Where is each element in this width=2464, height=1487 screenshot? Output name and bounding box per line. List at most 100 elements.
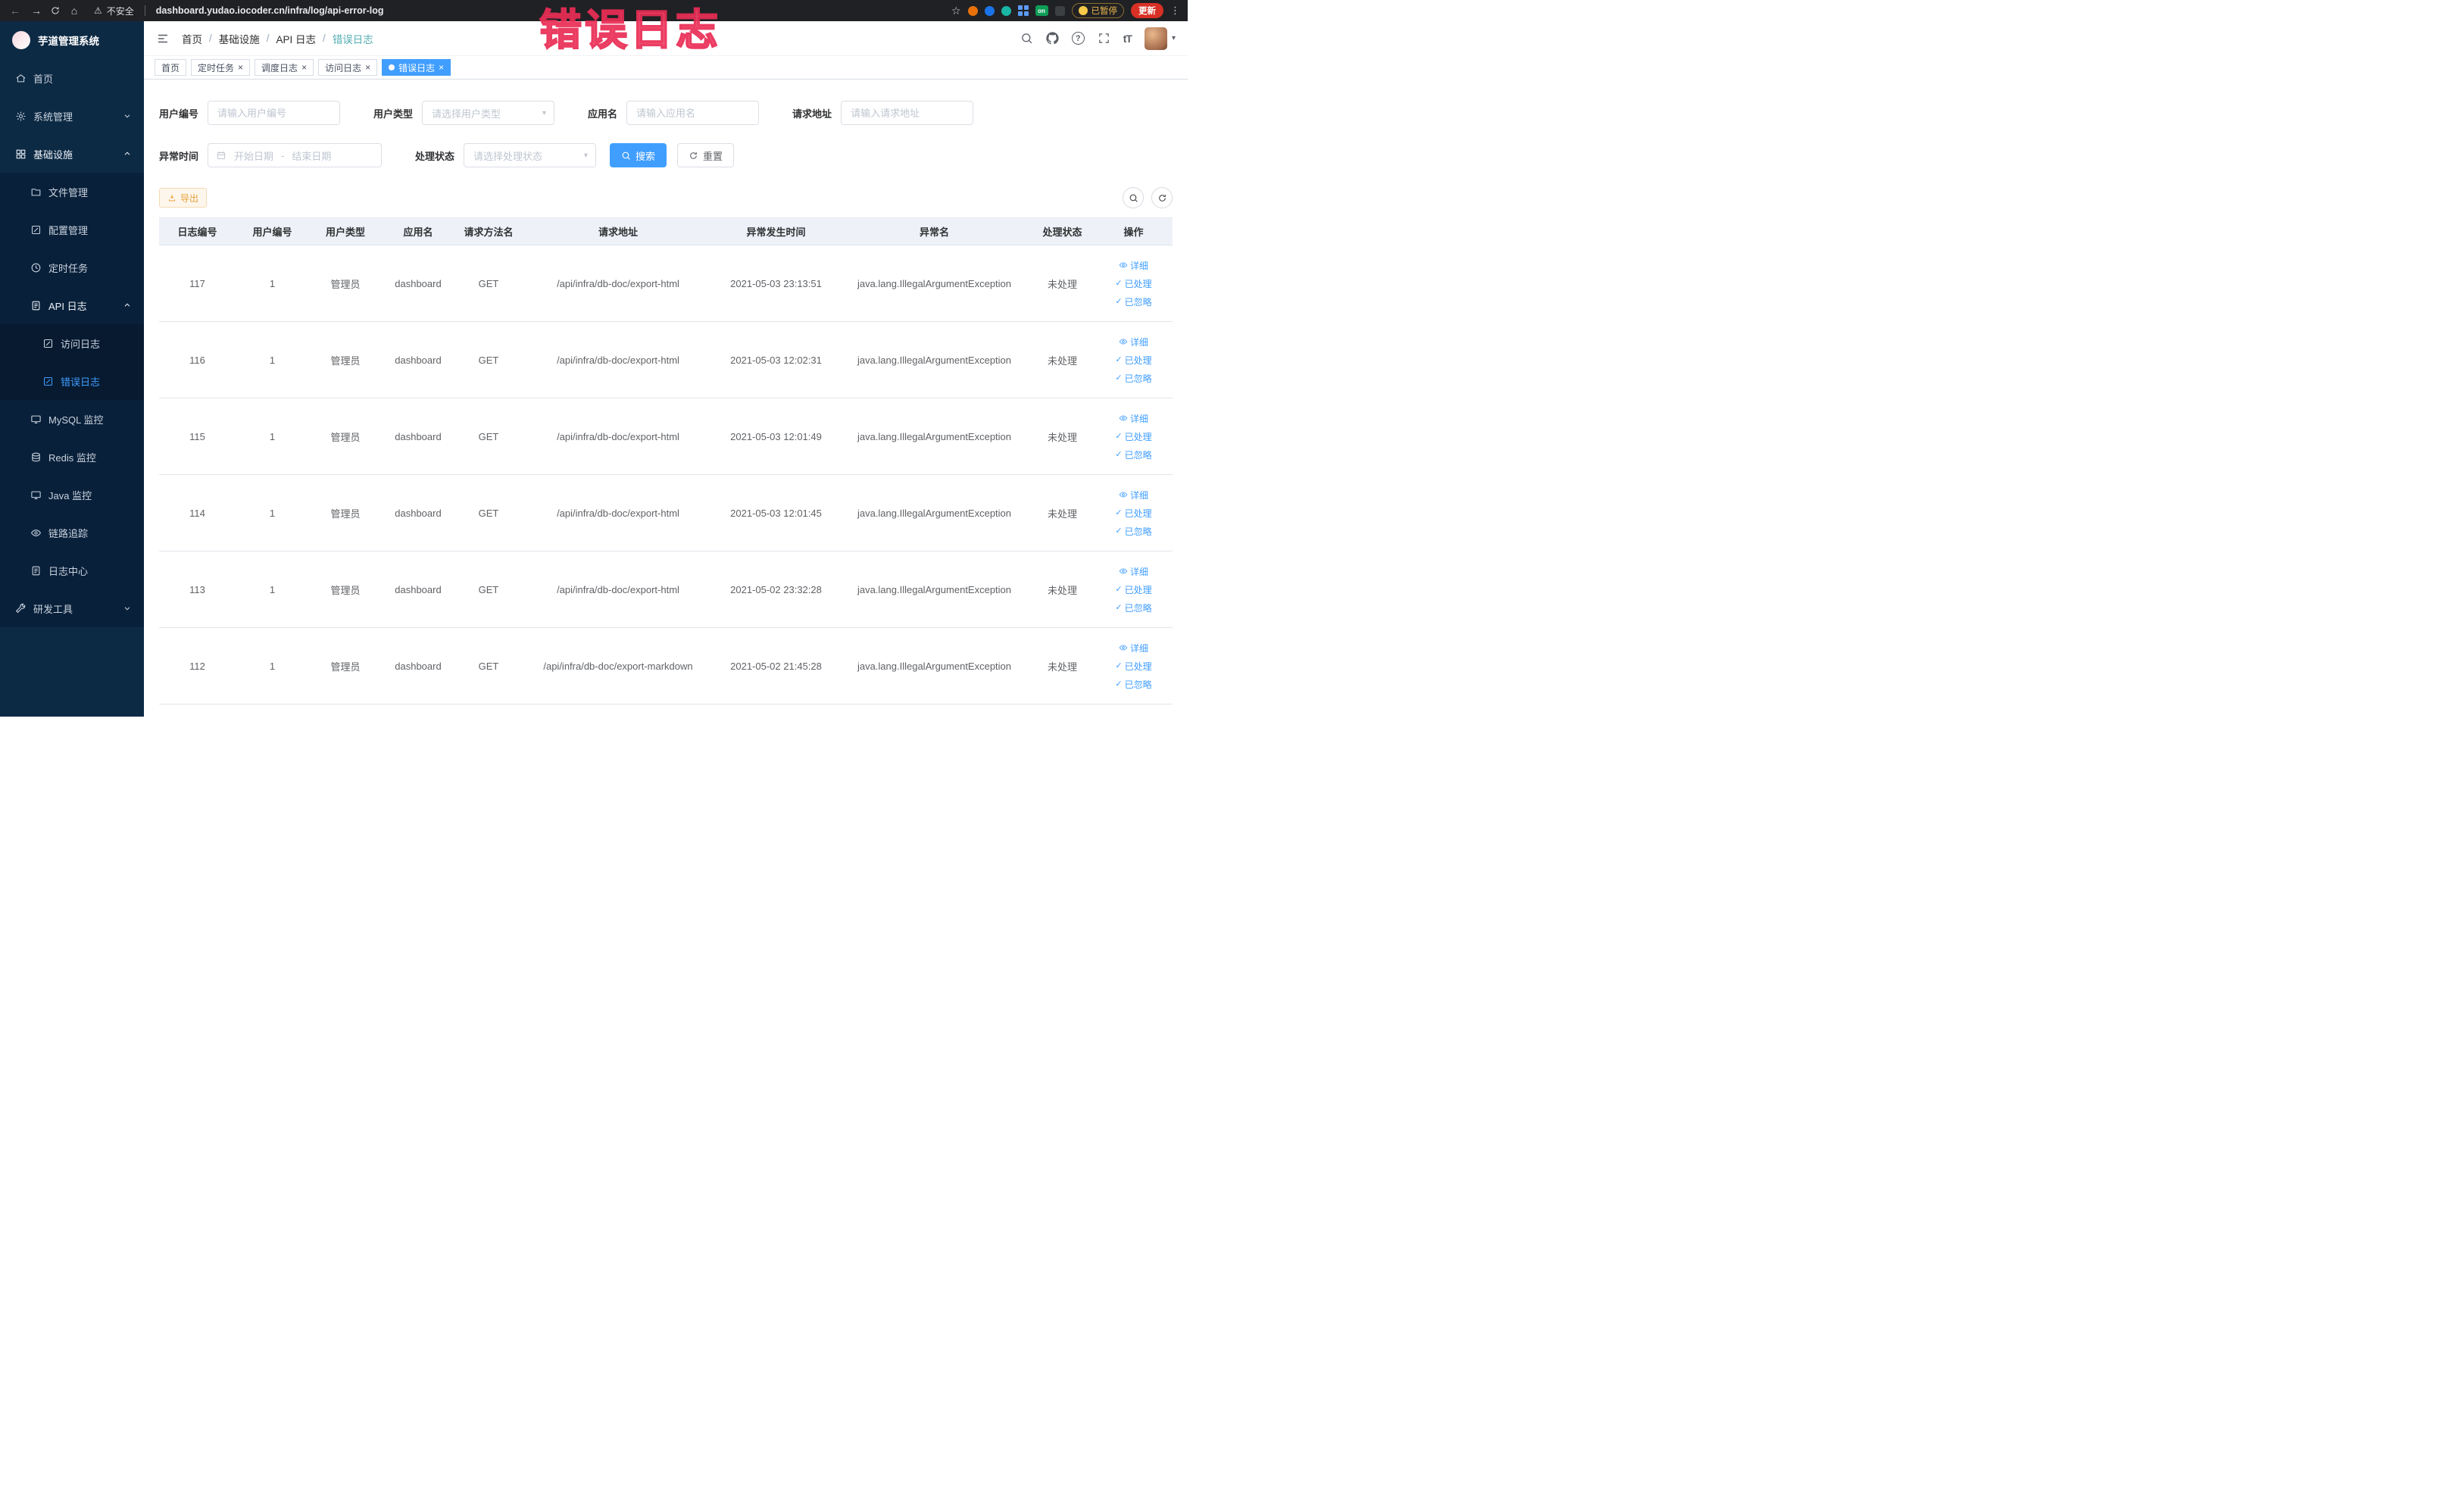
close-icon[interactable]: × xyxy=(365,63,370,72)
breadcrumb-separator: / xyxy=(266,33,270,44)
sidebar-item-file-management[interactable]: 文件管理 xyxy=(0,173,144,211)
extension-on-icon[interactable]: on xyxy=(1035,5,1048,16)
sidebar-item-api-log[interactable]: API 日志 xyxy=(0,286,144,324)
user-menu[interactable]: ▾ xyxy=(1144,27,1176,50)
help-icon[interactable]: ? xyxy=(1071,32,1085,45)
update-button[interactable]: 更新 xyxy=(1131,3,1163,18)
browser-home-icon[interactable]: ⌂ xyxy=(67,5,82,16)
browser-reload-icon[interactable] xyxy=(50,5,61,16)
sidebar-item-redis-monitor[interactable]: Redis 监控 xyxy=(0,438,144,476)
security-chip[interactable]: ⚠ 不安全 xyxy=(94,5,134,17)
check-icon: ✓ xyxy=(1115,296,1123,306)
processed-link[interactable]: ✓ 已处理 xyxy=(1115,507,1151,520)
ignored-link[interactable]: ✓ 已忽略 xyxy=(1115,525,1151,538)
search-button[interactable]: 搜索 xyxy=(610,143,667,167)
date-separator: - xyxy=(281,149,285,161)
detail-link[interactable]: 详细 xyxy=(1119,412,1148,425)
toggle-search-button[interactable] xyxy=(1123,187,1144,208)
cell-user-type: 管理员 xyxy=(309,398,382,475)
detail-link[interactable]: 详细 xyxy=(1119,336,1148,348)
cell-user-type: 管理员 xyxy=(309,245,382,322)
edit-icon xyxy=(43,339,53,348)
sidebar-item-system[interactable]: 系统管理 xyxy=(0,97,144,135)
extension-icon-2[interactable] xyxy=(984,5,995,16)
sidebar-item-config-management[interactable]: 配置管理 xyxy=(0,211,144,248)
exception-time-range-picker[interactable]: 开始日期 - 结束日期 xyxy=(208,143,383,167)
edit-icon xyxy=(31,225,41,234)
hamburger-icon[interactable] xyxy=(156,32,170,45)
tab-access-log[interactable]: 访问日志 × xyxy=(318,59,378,76)
processed-link[interactable]: ✓ 已处理 xyxy=(1115,660,1151,673)
sidebar-item-log-center[interactable]: 日志中心 xyxy=(0,551,144,589)
column-header: 应用名 xyxy=(382,217,454,245)
sidebar-item-scheduled-jobs[interactable]: 定时任务 xyxy=(0,248,144,286)
check-icon: ✓ xyxy=(1115,355,1123,364)
user-type-select[interactable]: 请选择用户类型 ▾ xyxy=(422,101,555,125)
tab-error-log[interactable]: 错误日志 × xyxy=(382,59,451,76)
download-icon xyxy=(169,195,175,201)
sidebar-item-devtools[interactable]: 研发工具 xyxy=(0,589,144,627)
sidebar-item-error-log[interactable]: 错误日志 xyxy=(0,362,144,400)
home-icon xyxy=(16,73,26,82)
extension-icon-3[interactable] xyxy=(1001,5,1011,16)
exception-time-label: 异常时间 xyxy=(159,150,199,162)
sidebar-item-trace[interactable]: 链路追踪 xyxy=(0,514,144,551)
fullscreen-icon[interactable] xyxy=(1098,32,1110,45)
cell-user-id: 1 xyxy=(236,627,309,704)
search-icon xyxy=(622,152,630,160)
detail-link[interactable]: 详细 xyxy=(1119,489,1148,501)
breadcrumb-api-log[interactable]: API 日志 xyxy=(276,31,317,46)
user-id-label: 用户编号 xyxy=(159,108,199,120)
tab-home[interactable]: 首页 xyxy=(155,59,187,76)
processed-link[interactable]: ✓ 已处理 xyxy=(1115,277,1151,290)
column-header: 日志编号 xyxy=(159,217,236,245)
app-logo[interactable]: 芋道管理系统 xyxy=(0,21,144,59)
extension-grid-icon[interactable] xyxy=(1017,5,1029,16)
github-icon[interactable] xyxy=(1046,32,1059,45)
bookmark-star-icon[interactable]: ☆ xyxy=(951,5,961,17)
ignored-link[interactable]: ✓ 已忽略 xyxy=(1115,448,1151,461)
gear-icon xyxy=(16,111,26,120)
user-id-input[interactable] xyxy=(208,101,341,125)
ignored-link[interactable]: ✓ 已忽略 xyxy=(1115,601,1151,614)
extension-icon-1[interactable] xyxy=(967,5,978,16)
browser-back-icon[interactable]: ← xyxy=(8,5,23,16)
reset-button[interactable]: 重置 xyxy=(677,143,735,167)
process-status-select[interactable]: 请选择处理状态 ▾ xyxy=(464,143,597,167)
paused-badge[interactable]: 已暂停 xyxy=(1071,3,1124,18)
close-icon[interactable]: × xyxy=(301,63,307,72)
processed-link[interactable]: ✓ 已处理 xyxy=(1115,430,1151,443)
font-size-icon[interactable]: tT xyxy=(1123,33,1132,45)
cell-url: /api/infra/db-doc/export-html xyxy=(523,398,714,475)
app-name-input[interactable] xyxy=(626,101,760,125)
close-icon[interactable]: × xyxy=(238,63,243,72)
request-url-input[interactable] xyxy=(841,101,974,125)
export-button[interactable]: 导出 xyxy=(159,188,208,208)
sidebar-item-java-monitor[interactable]: Java 监控 xyxy=(0,476,144,514)
check-icon: ✓ xyxy=(1115,373,1123,383)
breadcrumb-home[interactable]: 首页 xyxy=(182,31,202,46)
sidebar-item-infrastructure[interactable]: 基础设施 xyxy=(0,135,144,173)
close-icon[interactable]: × xyxy=(439,63,444,72)
refresh-table-button[interactable] xyxy=(1151,187,1173,208)
sidebar-item-mysql-monitor[interactable]: MySQL 监控 xyxy=(0,400,144,438)
extension-icon-4[interactable] xyxy=(1054,5,1065,16)
search-icon[interactable] xyxy=(1020,32,1033,45)
sidebar-item-access-log[interactable]: 访问日志 xyxy=(0,324,144,362)
processed-link[interactable]: ✓ 已处理 xyxy=(1115,354,1151,367)
url-text[interactable]: dashboard.yudao.iocoder.cn/infra/log/api… xyxy=(156,5,384,16)
detail-link[interactable]: 详细 xyxy=(1119,565,1148,578)
browser-menu-icon[interactable]: ⋮ xyxy=(1170,5,1180,17)
detail-link[interactable]: 详细 xyxy=(1119,259,1148,272)
tab-schedule-log[interactable]: 调度日志 × xyxy=(255,59,314,76)
ignored-link[interactable]: ✓ 已忽略 xyxy=(1115,372,1151,385)
browser-forward-icon[interactable]: → xyxy=(29,5,44,16)
ignored-link[interactable]: ✓ 已忽略 xyxy=(1115,295,1151,308)
breadcrumb-infrastructure[interactable]: 基础设施 xyxy=(219,31,260,46)
tab-scheduled-jobs[interactable]: 定时任务 × xyxy=(191,59,251,76)
processed-link[interactable]: ✓ 已处理 xyxy=(1115,583,1151,596)
cell-url: /api/infra/db-doc/export-html xyxy=(523,474,714,551)
detail-link[interactable]: 详细 xyxy=(1119,642,1148,654)
ignored-link[interactable]: ✓ 已忽略 xyxy=(1115,678,1151,691)
sidebar-item-home[interactable]: 首页 xyxy=(0,59,144,97)
